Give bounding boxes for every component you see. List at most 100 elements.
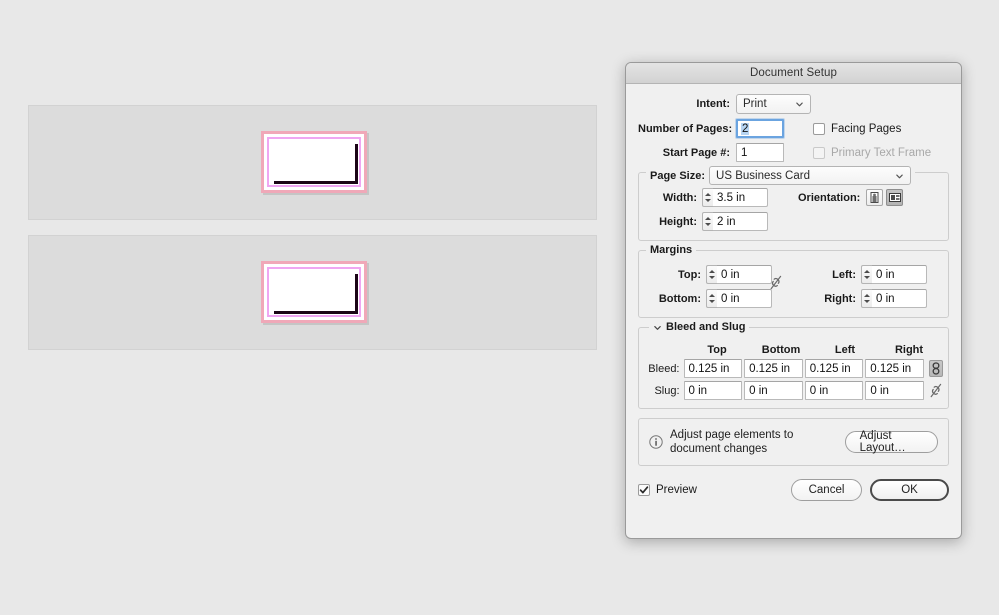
slug-top-value: 0 in: [689, 385, 708, 397]
dialog-footer: Preview Cancel OK: [626, 479, 961, 501]
page-thumbnail-2[interactable]: [261, 261, 367, 323]
slug-bottom-input[interactable]: 0 in: [744, 381, 803, 400]
width-value: 3.5 in: [717, 192, 745, 204]
number-of-pages-input[interactable]: 2: [736, 119, 784, 138]
spread-1[interactable]: [28, 105, 597, 220]
margin-right-stepper[interactable]: [861, 289, 872, 308]
checkbox-box: [813, 147, 825, 159]
primary-text-frame-label: Primary Text Frame: [831, 147, 931, 159]
page-thumbnail-1[interactable]: [261, 131, 367, 193]
height-input[interactable]: 2 in: [713, 212, 768, 231]
column-header-bottom: Bottom: [750, 344, 812, 356]
slug-left-value: 0 in: [810, 385, 829, 397]
bleed-and-slug-legend-row[interactable]: Bleed and Slug: [649, 321, 749, 333]
document-setup-dialog: Document Setup Intent: Print Number of P…: [625, 62, 962, 539]
margin-top-value: 0 in: [721, 269, 740, 281]
bleed-right-value: 0.125 in: [870, 363, 911, 375]
spread-2[interactable]: [28, 235, 597, 350]
column-header-top: Top: [686, 344, 748, 356]
facing-pages-label: Facing Pages: [831, 123, 901, 135]
ok-button[interactable]: OK: [870, 479, 949, 501]
margin-left-input[interactable]: 0 in: [872, 265, 927, 284]
margin-bottom-label: Bottom:: [647, 293, 701, 305]
chevron-down-icon: [895, 171, 904, 180]
margin-top-label: Top:: [647, 269, 701, 281]
margin-left-stepper[interactable]: [861, 265, 872, 284]
page-size-label: Page Size:: [650, 170, 705, 182]
width-label: Width:: [647, 192, 697, 204]
bleed-right-input[interactable]: 0.125 in: [865, 359, 924, 378]
adjust-layout-description: Adjust page elements to document changes: [670, 428, 845, 456]
chevron-down-icon[interactable]: [653, 323, 662, 332]
bleed-row: Bleed: 0.125 in 0.125 in 0.125 in 0.125 …: [644, 359, 943, 378]
margins-group: Margins Top: 0 in Left: 0 in Bottom: 0 i…: [638, 250, 949, 318]
bleed-label: Bleed:: [644, 363, 680, 375]
column-header-right: Right: [878, 344, 940, 356]
slug-left-input[interactable]: 0 in: [805, 381, 864, 400]
page-surface: [274, 144, 352, 178]
page-shadow: [274, 144, 358, 184]
preview-label: Preview: [656, 484, 697, 496]
info-circle-icon: [649, 435, 663, 449]
portrait-orientation-button[interactable]: [866, 189, 883, 206]
adjust-layout-button[interactable]: Adjust Layout…: [845, 431, 938, 453]
page-size-select[interactable]: US Business Card: [709, 166, 911, 185]
margin-bottom-value: 0 in: [721, 293, 740, 305]
margin-bottom-input[interactable]: 0 in: [717, 289, 772, 308]
margin-right-input[interactable]: 0 in: [872, 289, 927, 308]
broken-chain-link-icon: [770, 275, 782, 290]
height-stepper[interactable]: [702, 212, 713, 231]
bleed-and-slug-group: Bleed and Slug Top Bottom Left Right Ble…: [638, 327, 949, 409]
slug-right-value: 0 in: [870, 385, 889, 397]
start-page-input[interactable]: 1: [736, 143, 784, 162]
bleed-top-input[interactable]: 0.125 in: [684, 359, 743, 378]
height-label: Height:: [647, 216, 697, 228]
slug-top-input[interactable]: 0 in: [684, 381, 743, 400]
checkbox-box: [813, 123, 825, 135]
page-shadow: [274, 274, 358, 314]
bleed-left-value: 0.125 in: [810, 363, 851, 375]
bleed-bottom-input[interactable]: 0.125 in: [744, 359, 803, 378]
primary-text-frame-checkbox[interactable]: Primary Text Frame: [813, 147, 931, 159]
margins-legend: Margins: [646, 244, 696, 256]
chevron-down-icon: [795, 100, 804, 109]
intent-select[interactable]: Print: [736, 94, 811, 114]
width-stepper[interactable]: [702, 188, 713, 207]
start-page-label: Start Page #:: [638, 147, 730, 159]
height-value: 2 in: [717, 216, 736, 228]
broken-chain-link-icon: [930, 383, 942, 398]
page-border-guide: [267, 267, 361, 317]
margin-bottom-stepper[interactable]: [706, 289, 717, 308]
facing-pages-checkbox[interactable]: Facing Pages: [813, 123, 901, 135]
margin-left-label: Left:: [802, 269, 856, 281]
page-surface: [274, 274, 352, 308]
margin-right-value: 0 in: [876, 293, 895, 305]
checkmark-icon: [639, 485, 649, 495]
slug-bottom-value: 0 in: [749, 385, 768, 397]
slug-link-toggle[interactable]: [929, 382, 943, 399]
landscape-orientation-button[interactable]: [886, 189, 903, 206]
intent-label: Intent:: [638, 98, 730, 110]
bleed-left-input[interactable]: 0.125 in: [805, 359, 864, 378]
margin-top-stepper[interactable]: [706, 265, 717, 284]
portrait-orientation-icon: [869, 192, 880, 203]
number-of-pages-label: Number of Pages:: [638, 123, 730, 135]
margin-top-input[interactable]: 0 in: [717, 265, 772, 284]
cancel-button[interactable]: Cancel: [791, 479, 862, 501]
bleed-top-value: 0.125 in: [689, 363, 730, 375]
preview-checkbox[interactable]: Preview: [638, 484, 697, 496]
width-input[interactable]: 3.5 in: [713, 188, 768, 207]
page-size-legend-row: Page Size: US Business Card: [646, 166, 915, 185]
adjust-layout-panel: Adjust page elements to document changes…: [638, 418, 949, 466]
margins-link-toggle[interactable]: [770, 275, 782, 295]
slug-row: Slug: 0 in 0 in 0 in 0 in: [644, 381, 943, 400]
column-header-left: Left: [814, 344, 876, 356]
landscape-orientation-icon: [889, 192, 901, 203]
page-size-value: US Business Card: [716, 170, 810, 182]
slug-right-input[interactable]: 0 in: [865, 381, 924, 400]
number-of-pages-value: 2: [741, 123, 749, 135]
bleed-link-toggle[interactable]: [929, 360, 943, 377]
dialog-titlebar[interactable]: Document Setup: [626, 63, 961, 84]
intent-value: Print: [743, 98, 767, 110]
page-border-guide: [267, 137, 361, 187]
